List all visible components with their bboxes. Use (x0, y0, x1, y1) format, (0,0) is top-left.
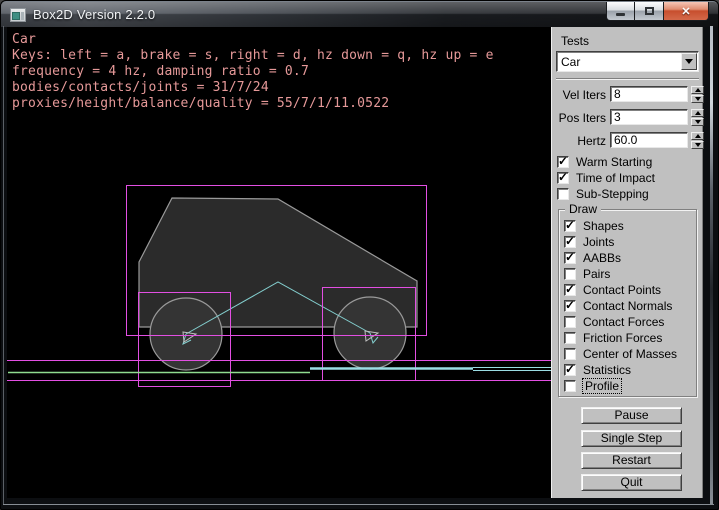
stats-text: Car Keys: left = a, brake = s, right = d… (12, 32, 494, 112)
checkbox-label: Pairs (583, 267, 610, 281)
arrow-down-icon (695, 143, 701, 147)
window-frame-bottom (3, 504, 714, 505)
checkbox-label: Statistics (583, 363, 631, 377)
hertz-down-button[interactable] (691, 141, 704, 149)
control-panel: Tests Car Vel Iters Pos Iters (551, 27, 703, 498)
window-frame-left (3, 26, 4, 505)
check-icon: ✓ (565, 298, 575, 312)
hertz-stepper (691, 132, 704, 149)
checkbox-label: Contact Normals (583, 299, 672, 313)
check-icon: ✓ (558, 170, 568, 184)
maximize-button[interactable] (635, 2, 663, 21)
arrow-up-icon (695, 111, 701, 115)
draw-group: Draw ✓ Shapes ✓ Joints ✓ AABBs ✓ Pairs (558, 209, 697, 397)
close-icon: ✕ (681, 5, 690, 18)
single-step-button[interactable]: Single Step (581, 430, 682, 447)
simulation-canvas[interactable]: Car Keys: left = a, brake = s, right = d… (7, 27, 551, 498)
separator (556, 78, 699, 80)
vel-iters-input[interactable] (610, 86, 688, 102)
checkbox-label: Sub-Stepping (576, 187, 649, 201)
checkbox-label: Center of Masses (583, 347, 677, 361)
checkbox-box[interactable]: ✓ (564, 300, 576, 312)
window-controls: ✕ (606, 2, 709, 21)
pos-iters-down-button[interactable] (691, 118, 704, 126)
checkbox-label: Friction Forces (583, 331, 662, 345)
pos-iters-up-button[interactable] (691, 109, 704, 117)
vel-iters-up-button[interactable] (691, 86, 704, 94)
pos-iters-input[interactable] (610, 109, 688, 125)
check-icon: ✓ (565, 218, 575, 232)
app-icon (10, 8, 26, 22)
checkbox-box[interactable]: ✓ (557, 188, 569, 200)
quit-button[interactable]: Quit (581, 474, 682, 491)
checkbox-label: Joints (583, 235, 614, 249)
check-icon: ✓ (558, 154, 568, 168)
tests-dropdown-value: Car (561, 55, 580, 69)
tests-label: Tests (561, 34, 589, 48)
app-icon-teal-pane (12, 12, 20, 20)
tests-dropdown-button[interactable] (681, 53, 697, 70)
check-icon: ✓ (565, 362, 575, 376)
close-button[interactable]: ✕ (663, 2, 709, 21)
maximize-icon (645, 7, 654, 15)
proxies-stats-text: proxies/height/balance/quality = 55/7/1/… (12, 96, 494, 112)
client-area: Car Keys: left = a, brake = s, right = d… (7, 27, 703, 498)
window-title: Box2D Version 2.2.0 (33, 7, 155, 22)
check-icon: ✓ (565, 234, 575, 248)
window-frame-right (710, 26, 713, 505)
check-icon: ✓ (565, 282, 575, 296)
checkbox-label: AABBs (583, 251, 621, 265)
vel-iters-stepper (691, 86, 704, 103)
chevron-down-icon (685, 59, 693, 64)
checkbox-box[interactable]: ✓ (564, 348, 576, 360)
checkbox-label: Shapes (583, 219, 624, 233)
pos-iters-row: Pos Iters (552, 109, 704, 126)
checkbox-box[interactable]: ✓ (564, 236, 576, 248)
checkbox-box[interactable]: ✓ (564, 252, 576, 264)
pos-iters-label: Pos Iters (552, 111, 606, 125)
checkbox-box[interactable]: ✓ (564, 380, 576, 392)
checkbox-box[interactable]: ✓ (557, 172, 569, 184)
checkbox-box[interactable]: ✓ (564, 268, 576, 280)
hertz-label: Hertz (552, 134, 606, 148)
minimize-icon (616, 13, 625, 16)
checkbox-label: Profile (583, 379, 621, 393)
arrow-up-icon (695, 134, 701, 138)
app-window: Box2D Version 2.2.0 ✕ (0, 0, 719, 510)
checkbox-box[interactable]: ✓ (564, 220, 576, 232)
tests-dropdown[interactable]: Car (556, 51, 699, 72)
pos-iters-stepper (691, 109, 704, 126)
bodies (139, 198, 417, 370)
keys-help-text: Keys: left = a, brake = s, right = d, hz… (12, 48, 494, 64)
vel-iters-label: Vel Iters (552, 88, 606, 102)
checkbox-box[interactable]: ✓ (564, 332, 576, 344)
arrow-down-icon (695, 97, 701, 101)
checkbox-label: Time of Impact (576, 171, 655, 185)
checkbox-label: Contact Forces (583, 315, 664, 329)
check-icon: ✓ (565, 250, 575, 264)
checkbox-label: Warm Starting (576, 155, 652, 169)
arrow-up-icon (695, 88, 701, 92)
minimize-button[interactable] (606, 2, 635, 21)
checkbox-box[interactable]: ✓ (564, 316, 576, 328)
bodies-stats-text: bodies/contacts/joints = 31/7/24 (12, 80, 494, 96)
hertz-input[interactable] (610, 132, 688, 148)
draw-group-title: Draw (565, 202, 601, 216)
pause-button[interactable]: Pause (581, 407, 682, 424)
checkbox-box[interactable]: ✓ (564, 284, 576, 296)
test-name-text: Car (12, 32, 494, 48)
frequency-text: frequency = 4 hz, damping ratio = 0.7 (12, 64, 494, 80)
restart-button[interactable]: Restart (581, 452, 682, 469)
vel-iters-row: Vel Iters (552, 86, 704, 103)
checkbox-box[interactable]: ✓ (564, 364, 576, 376)
app-icon-strip (21, 12, 24, 20)
vel-iters-down-button[interactable] (691, 95, 704, 103)
hertz-up-button[interactable] (691, 132, 704, 140)
checkbox-label: Contact Points (583, 283, 661, 297)
arrow-down-icon (695, 120, 701, 124)
hertz-row: Hertz (552, 132, 704, 149)
ground-overlay (310, 368, 551, 371)
titlebar[interactable]: Box2D Version 2.2.0 ✕ (1, 1, 718, 27)
checkbox-box[interactable]: ✓ (557, 156, 569, 168)
